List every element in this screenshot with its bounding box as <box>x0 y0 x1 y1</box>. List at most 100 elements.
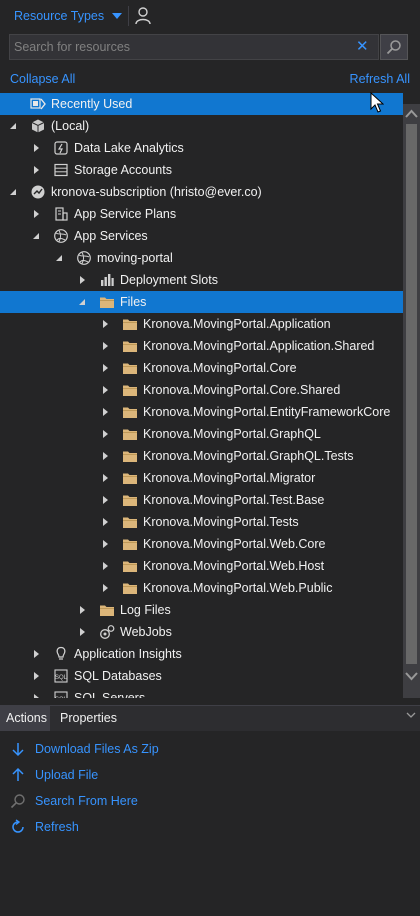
globe-icon <box>54 229 68 243</box>
collapsed-arrow-icon[interactable] <box>103 342 108 350</box>
tree-row[interactable]: (Local) <box>0 115 403 137</box>
collapsed-arrow-icon[interactable] <box>103 474 108 482</box>
collapsed-arrow-icon[interactable] <box>34 166 39 174</box>
upload-file-action[interactable]: Upload File <box>0 764 420 786</box>
tree-row[interactable]: Kronova.MovingPortal.Tests <box>0 511 403 533</box>
clear-search-icon[interactable]: ✕ <box>356 38 369 56</box>
collapsed-arrow-icon[interactable] <box>80 276 85 284</box>
tab-properties[interactable]: Properties <box>54 706 124 731</box>
tree-row[interactable]: moving-portal <box>0 247 403 269</box>
tree-row[interactable]: SQL SQL Servers <box>0 687 403 698</box>
svg-text:SQL: SQL <box>55 697 68 698</box>
deployment-slots-icon <box>101 274 114 286</box>
collapsed-arrow-icon[interactable] <box>103 320 108 328</box>
resource-tree: Recently Used (Local) Data Lake Analytics S… <box>0 93 403 698</box>
tree-row[interactable]: SQL SQL Databases <box>0 665 403 687</box>
tree-row[interactable]: Kronova.MovingPortal.GraphQL.Tests <box>0 445 403 467</box>
folder-icon <box>123 473 137 484</box>
tab-label: Actions <box>6 711 47 725</box>
collapsed-arrow-icon[interactable] <box>103 430 108 438</box>
expanded-arrow-icon[interactable] <box>10 189 16 195</box>
expanded-arrow-icon[interactable] <box>10 123 16 129</box>
collapsed-arrow-icon[interactable] <box>103 518 108 526</box>
chevron-down-icon[interactable] <box>112 13 122 19</box>
tree-row-label: Kronova.MovingPortal.Application.Shared <box>143 339 375 353</box>
collapsed-arrow-icon[interactable] <box>34 672 39 680</box>
tree-row[interactable]: Storage Accounts <box>0 159 403 181</box>
folder-icon <box>123 385 137 396</box>
tree-row[interactable]: Log Files <box>0 599 403 621</box>
tree-row[interactable]: Kronova.MovingPortal.Web.Public <box>0 577 403 599</box>
collapsed-arrow-icon[interactable] <box>34 144 39 152</box>
expanded-arrow-icon[interactable] <box>33 233 39 239</box>
tree-row[interactable]: Kronova.MovingPortal.Application.Shared <box>0 335 403 357</box>
collapsed-arrow-icon[interactable] <box>103 584 108 592</box>
tree-row[interactable]: Kronova.MovingPortal.Web.Host <box>0 555 403 577</box>
upload-arrow-icon <box>12 767 24 781</box>
tree-row[interactable]: Data Lake Analytics <box>0 137 403 159</box>
tree-row[interactable]: kronova-subscription (hristo@ever.co) <box>0 181 403 203</box>
collapsed-arrow-icon[interactable] <box>80 628 85 636</box>
tree-row[interactable]: App Service Plans <box>0 203 403 225</box>
storage-icon <box>54 163 68 177</box>
tree-row[interactable]: Kronova.MovingPortal.EntityFrameworkCore <box>0 401 403 423</box>
refresh-action[interactable]: Refresh <box>0 816 420 838</box>
collapsed-arrow-icon[interactable] <box>103 562 108 570</box>
search-input[interactable] <box>14 38 344 56</box>
actions-list: Download Files As Zip Upload File Search… <box>0 738 420 848</box>
tree-row[interactable]: Kronova.MovingPortal.Core <box>0 357 403 379</box>
expanded-arrow-icon[interactable] <box>56 255 62 261</box>
tree-row[interactable]: Kronova.MovingPortal.GraphQL <box>0 423 403 445</box>
collapsed-arrow-icon[interactable] <box>103 540 108 548</box>
collapsed-arrow-icon[interactable] <box>34 694 39 698</box>
tree-row-label: moving-portal <box>97 251 173 265</box>
action-label: Refresh <box>35 820 79 834</box>
search-button[interactable] <box>380 34 408 60</box>
resource-types-dropdown[interactable]: Resource Types <box>14 9 104 23</box>
tree-row[interactable]: Kronova.MovingPortal.Application <box>0 313 403 335</box>
tree-row-label: Files <box>120 295 147 309</box>
tree-row[interactable]: App Services <box>0 225 403 247</box>
tree-row[interactable]: WebJobs <box>0 621 403 643</box>
expanded-arrow-icon[interactable] <box>79 299 85 305</box>
svg-text:SQL: SQL <box>55 675 68 681</box>
folder-icon <box>123 495 137 506</box>
account-icon[interactable] <box>134 6 152 26</box>
tab-actions[interactable]: Actions <box>0 706 50 731</box>
toolbar-divider <box>128 6 129 26</box>
folder-icon <box>123 539 137 550</box>
download-files-as-zip-action[interactable]: Download Files As Zip <box>0 738 420 760</box>
scroll-down-icon[interactable] <box>403 666 420 686</box>
collapse-all-link[interactable]: Collapse All <box>10 72 75 86</box>
collapsed-arrow-icon[interactable] <box>103 408 108 416</box>
tree-row[interactable]: Kronova.MovingPortal.Migrator <box>0 467 403 489</box>
tree-row[interactable]: Recently Used <box>0 93 403 115</box>
tree-row-label: Kronova.MovingPortal.EntityFrameworkCore <box>143 405 391 419</box>
folder-icon <box>123 517 137 528</box>
tree-row[interactable]: Kronova.MovingPortal.Web.Core <box>0 533 403 555</box>
tree-row[interactable]: Application Insights <box>0 643 403 665</box>
collapsed-arrow-icon[interactable] <box>103 364 108 372</box>
scrollbar-thumb[interactable] <box>406 124 417 664</box>
collapsed-arrow-icon[interactable] <box>80 606 85 614</box>
tree-row-label: Kronova.MovingPortal.Core <box>143 361 297 375</box>
search-from-here-action[interactable]: Search From Here <box>0 790 420 812</box>
download-arrow-icon <box>12 743 24 757</box>
chevron-down-icon[interactable] <box>406 710 416 720</box>
tree-row[interactable]: Kronova.MovingPortal.Test.Base <box>0 489 403 511</box>
refresh-all-link[interactable]: Refresh All <box>350 72 410 86</box>
folder-icon <box>123 363 137 374</box>
tree-row[interactable]: Files <box>0 291 403 313</box>
tree-row-label: Kronova.MovingPortal.GraphQL <box>143 427 321 441</box>
collapsed-arrow-icon[interactable] <box>34 210 39 218</box>
scroll-up-icon[interactable] <box>403 104 420 124</box>
collapsed-arrow-icon[interactable] <box>103 386 108 394</box>
collapsed-arrow-icon[interactable] <box>34 650 39 658</box>
tab-label: Properties <box>60 711 117 725</box>
collapsed-arrow-icon[interactable] <box>103 496 108 504</box>
folder-icon <box>123 407 137 418</box>
tree-row[interactable]: Kronova.MovingPortal.Core.Shared <box>0 379 403 401</box>
sql-database-icon: SQL <box>54 669 68 683</box>
collapsed-arrow-icon[interactable] <box>103 452 108 460</box>
tree-row[interactable]: Deployment Slots <box>0 269 403 291</box>
